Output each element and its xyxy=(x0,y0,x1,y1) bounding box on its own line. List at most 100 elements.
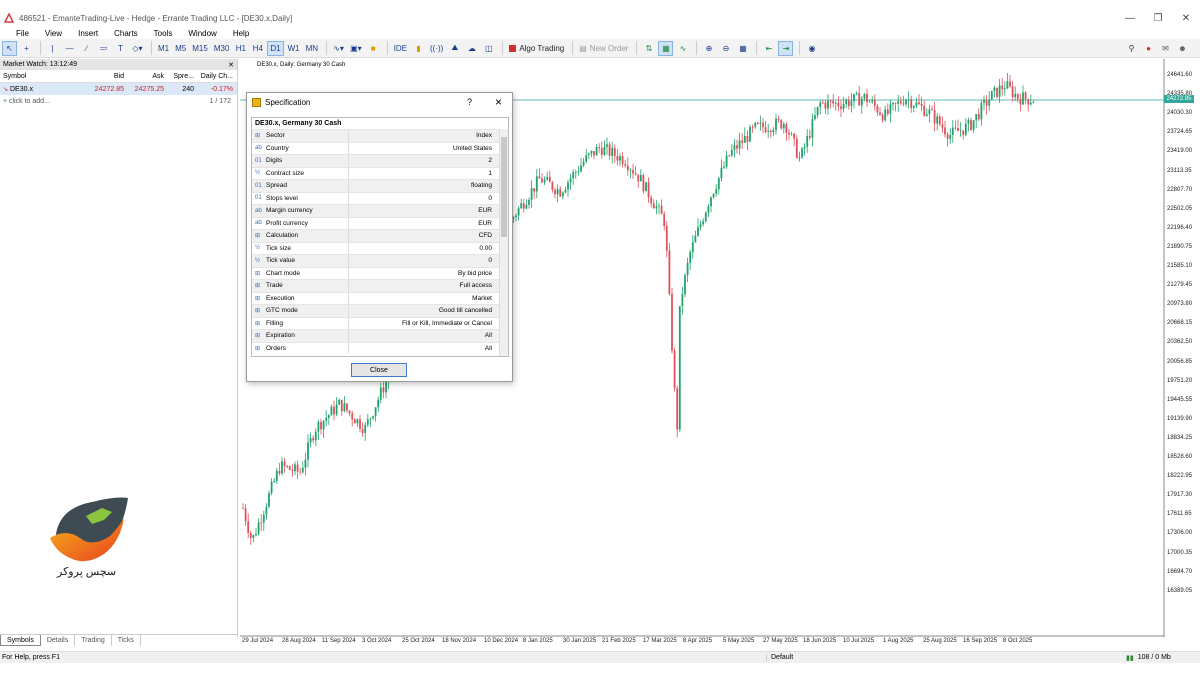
col-bid[interactable]: Bid xyxy=(82,73,124,80)
tf-w1[interactable]: W1 xyxy=(286,41,302,56)
line-chart-icon[interactable]: ∿ xyxy=(675,41,690,56)
spec-row[interactable]: ab Profit currency EUR xyxy=(252,216,508,229)
autoscroll-icon[interactable]: ⇤ xyxy=(761,41,776,56)
spec-row[interactable]: ⊞ Execution Market xyxy=(252,291,508,304)
minimize-icon[interactable]: — xyxy=(1116,8,1144,28)
zoom-in-icon[interactable]: ⊕ xyxy=(701,41,716,56)
close-icon[interactable]: ✕ xyxy=(1172,8,1200,28)
candle-body xyxy=(741,140,744,143)
candle-body xyxy=(273,480,276,482)
spec-row[interactable]: ⊞ Orders All xyxy=(252,341,508,354)
col-daily-change[interactable]: Daily Ch... xyxy=(194,73,236,80)
algo-trading-button[interactable]: Algo Trading xyxy=(507,41,566,56)
market-watch-title: Market Watch: 13:12:49 xyxy=(3,61,78,68)
screenshot-icon[interactable]: ◉ xyxy=(804,41,819,56)
menu-help[interactable]: Help xyxy=(225,29,257,38)
col-ask[interactable]: Ask xyxy=(124,73,164,80)
new-order-button[interactable]: ▤ New Order xyxy=(577,41,630,56)
col-spread[interactable]: Spre... xyxy=(164,73,194,80)
chat-icon[interactable]: ✉ xyxy=(1158,41,1173,56)
candlestick-icon[interactable]: ▦ xyxy=(658,40,674,56)
date-label: 28 Aug 2024 xyxy=(282,638,316,644)
scroll-thumb[interactable] xyxy=(501,137,507,237)
tf-m1[interactable]: M1 xyxy=(156,41,171,56)
tab-trading[interactable]: Trading xyxy=(75,635,112,646)
tf-m5[interactable]: M5 xyxy=(173,41,188,56)
spec-row[interactable]: ⊞ GTC mode Good till cancelled xyxy=(252,304,508,317)
spec-row[interactable]: 01 Digits 2 xyxy=(252,154,508,167)
spec-row[interactable]: ⊞ Trade Full access xyxy=(252,279,508,292)
candle-body xyxy=(567,182,569,190)
tab-symbols[interactable]: Symbols xyxy=(0,635,41,646)
spec-row[interactable]: ⊞ Filling Fill or Kill, Immediate or Cance… xyxy=(252,316,508,329)
candle-body xyxy=(582,161,585,166)
menu-file[interactable]: File xyxy=(8,29,37,38)
account-icon[interactable]: ☻ xyxy=(1175,41,1190,56)
candle-body xyxy=(361,428,364,433)
add-symbol-label: click to add... xyxy=(9,97,50,105)
crosshair-icon[interactable]: + xyxy=(19,41,34,56)
search-icon[interactable]: ⚲ xyxy=(1124,41,1139,56)
lock-icon[interactable]: ▮ xyxy=(411,41,426,56)
toolbox-icon[interactable]: ■ xyxy=(366,41,381,56)
database-icon[interactable]: ◫ xyxy=(481,41,496,56)
tf-m30[interactable]: M30 xyxy=(212,41,232,56)
spec-row[interactable]: ab Margin currency EUR xyxy=(252,204,508,217)
notifications-icon[interactable]: ● xyxy=(1141,41,1156,56)
templates-icon[interactable]: ▣▾ xyxy=(348,41,364,56)
candle-body xyxy=(944,127,946,135)
tf-h4[interactable]: H4 xyxy=(250,41,265,56)
tf-d1[interactable]: D1 xyxy=(267,40,284,56)
chart-shift-icon[interactable]: ⇥ xyxy=(778,40,794,56)
spec-value: Full access xyxy=(459,282,492,290)
plus-icon: + xyxy=(3,97,8,105)
vertical-line-icon[interactable]: | xyxy=(45,41,60,56)
spec-row[interactable]: ⊞ Expiration All xyxy=(252,329,508,342)
close-icon[interactable]: × xyxy=(495,95,502,109)
menu-tools[interactable]: Tools xyxy=(146,29,181,38)
candle-body xyxy=(850,101,853,106)
menu-view[interactable]: View xyxy=(37,29,70,38)
bar-chart-icon[interactable]: ⇅ xyxy=(641,41,656,56)
vps-icon[interactable]: ☁ xyxy=(464,41,479,56)
spec-row[interactable]: ⊞ Sector Index xyxy=(252,129,508,142)
zoom-out-icon[interactable]: ⊖ xyxy=(718,41,733,56)
text-tool-icon[interactable]: T xyxy=(113,41,128,56)
spec-row[interactable]: ⊞ Calculation CFD xyxy=(252,229,508,242)
grid-icon[interactable]: ▦ xyxy=(735,41,750,56)
help-icon[interactable]: ? xyxy=(467,97,472,107)
trendline-icon[interactable]: ∕ xyxy=(79,41,94,56)
scrollbar[interactable] xyxy=(499,129,508,356)
channel-icon[interactable]: ≕ xyxy=(96,41,111,56)
indicators-icon[interactable]: ∿▾ xyxy=(331,41,346,56)
tf-mn[interactable]: MN xyxy=(304,41,320,56)
tab-ticks[interactable]: Ticks xyxy=(112,635,141,646)
market-icon[interactable]: ⛰ xyxy=(447,41,462,56)
horizontal-line-icon[interactable]: — xyxy=(62,41,77,56)
cursor-icon[interactable]: ↖ xyxy=(2,40,17,56)
tf-m15[interactable]: M15 xyxy=(190,41,210,56)
col-symbol[interactable]: Symbol xyxy=(0,73,82,80)
date-label: 10 Jul 2025 xyxy=(843,638,875,644)
spec-row[interactable]: 01 Stops level 0 xyxy=(252,191,508,204)
spec-row[interactable]: ½ Contract size 1 xyxy=(252,166,508,179)
add-symbol-row[interactable]: + click to add... 1 / 172 xyxy=(0,95,237,107)
spec-key: GTC mode xyxy=(266,307,298,315)
spec-row[interactable]: 01 Spread floating xyxy=(252,179,508,192)
close-panel-icon[interactable]: ✕ xyxy=(228,61,234,69)
menu-window[interactable]: Window xyxy=(180,29,224,38)
tab-details[interactable]: Details xyxy=(41,635,76,646)
shapes-icon[interactable]: ◇▾ xyxy=(130,41,145,56)
signal-icon[interactable]: ((·)) xyxy=(428,41,445,56)
spec-row[interactable]: ab Country United States xyxy=(252,141,508,154)
restore-icon[interactable]: ❐ xyxy=(1144,8,1172,28)
spec-row[interactable]: ½ Tick value 0 xyxy=(252,254,508,267)
ide-button[interactable]: IDE xyxy=(392,41,409,56)
menu-insert[interactable]: Insert xyxy=(70,29,106,38)
table-row[interactable]: ↘ DE30.x 24272.85 24275.25 240 -0.17% xyxy=(0,83,237,95)
close-button[interactable]: Close xyxy=(351,363,407,377)
spec-row[interactable]: ½ Tick size 0.00 xyxy=(252,241,508,254)
spec-row[interactable]: ⊞ Chart mode By bid price xyxy=(252,266,508,279)
menu-charts[interactable]: Charts xyxy=(106,29,146,38)
tf-h1[interactable]: H1 xyxy=(233,41,248,56)
